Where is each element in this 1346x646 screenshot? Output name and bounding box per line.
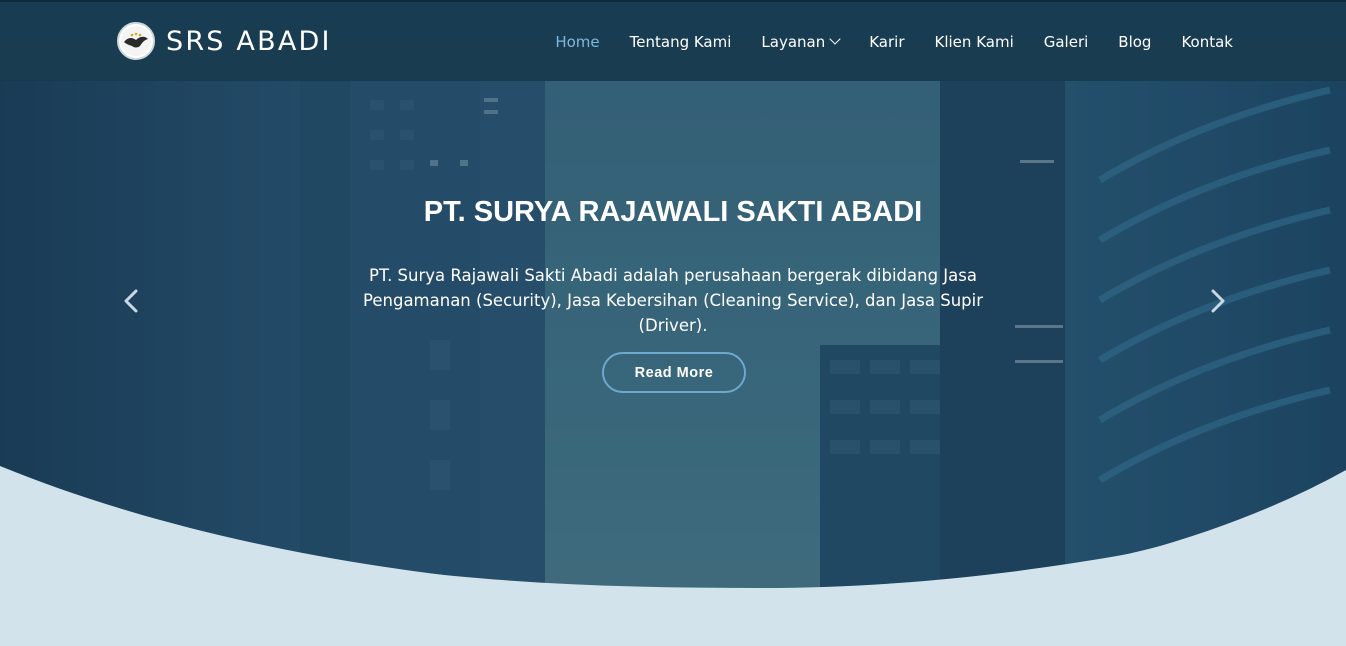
- slider-prev-button[interactable]: [118, 287, 146, 315]
- nav-blog[interactable]: Blog: [1118, 33, 1151, 51]
- site-logo[interactable]: SRS ABADI: [117, 22, 332, 60]
- nav-layanan-label: Layanan: [761, 33, 826, 51]
- nav-layanan[interactable]: Layanan: [761, 33, 841, 51]
- nav-klien-kami[interactable]: Klien Kami: [935, 33, 1014, 51]
- hero-title: PT. SURYA RAJAWALI SAKTI ABADI: [423, 196, 923, 228]
- nav-kontak[interactable]: Kontak: [1181, 33, 1233, 51]
- read-more-button[interactable]: Read More: [602, 352, 746, 393]
- logo-text: SRS ABADI: [166, 25, 332, 57]
- nav-tentang-kami[interactable]: Tentang Kami: [630, 33, 732, 51]
- nav-karir[interactable]: Karir: [869, 33, 904, 51]
- chevron-down-icon: [829, 33, 841, 45]
- bottom-white-fill: [0, 440, 1346, 646]
- site-header: SRS ABADI Home Tentang Kami Layanan Kari…: [0, 0, 1346, 81]
- nav-home[interactable]: Home: [555, 33, 599, 51]
- chevron-left-icon: [124, 289, 138, 313]
- slider-next-button[interactable]: [1203, 287, 1231, 315]
- main-nav: Home Tentang Kami Layanan Karir Klien Ka…: [525, 33, 1233, 51]
- nav-galeri[interactable]: Galeri: [1044, 33, 1089, 51]
- hero-description: PT. Surya Rajawali Sakti Abadi adalah pe…: [363, 266, 983, 335]
- chevron-right-icon: [1211, 289, 1225, 313]
- eagle-logo-icon: [117, 22, 155, 60]
